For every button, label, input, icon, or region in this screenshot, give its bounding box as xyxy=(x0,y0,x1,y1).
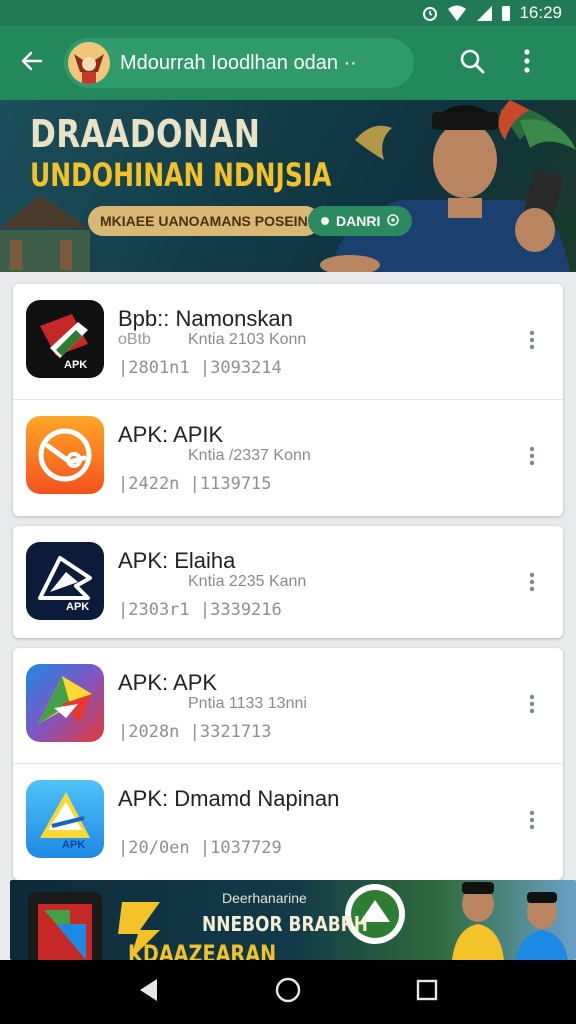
signal-icon xyxy=(475,4,493,22)
app-list-card: APK: APK Pntia 1133 13nni |2028n |332171… xyxy=(13,648,563,880)
hero-primary-button[interactable]: MKIAEE UANOAMANS POSEIN xyxy=(88,206,320,236)
app-subtitle: Pntia 1133 13nni xyxy=(188,695,307,712)
app-name: APK: APK xyxy=(118,670,218,695)
app-subtitle: Kntia 2103 Konn xyxy=(188,331,307,348)
avatar xyxy=(68,42,110,84)
triangle-back-icon xyxy=(137,977,161,1008)
system-nav-bar xyxy=(0,960,576,1024)
svg-text:APK: APK xyxy=(62,839,85,851)
wifi-icon xyxy=(447,4,467,22)
hero-headline: DRAADONAN xyxy=(30,112,261,156)
square-recents-icon xyxy=(415,978,439,1007)
more-vert-icon xyxy=(529,330,535,355)
more-vert-icon xyxy=(529,446,535,471)
search-icon xyxy=(458,47,486,80)
svg-text:APK: APK xyxy=(64,359,87,371)
app-meta: |2303r1 |3339216 xyxy=(118,600,282,620)
list-item[interactable]: APK: APIK Kntia /2337 Konn |2422n |11397… xyxy=(13,400,563,516)
app-icon: APK xyxy=(26,780,104,858)
list-item[interactable]: APK: APK Pntia 1133 13nni |2028n |332171… xyxy=(13,648,563,764)
banner-line2: NNEBOR BRABRH xyxy=(202,912,368,936)
link-icon xyxy=(386,213,400,230)
item-more-button[interactable] xyxy=(517,440,547,476)
app-list-card: APK APK: Elaiha Kntia 2235 Kann |2303r1 … xyxy=(13,526,563,638)
app-subtitle: Kntia /2337 Konn xyxy=(188,447,311,464)
app-icon: APK xyxy=(26,542,104,620)
status-time: 16:29 xyxy=(519,3,562,22)
more-vert-icon xyxy=(529,572,535,597)
hero-banner[interactable]: DRAADONAN UNDOHINAN NDNJSIA MKIAEE UANOA… xyxy=(0,100,576,272)
record-icon xyxy=(320,213,330,229)
more-vert-icon xyxy=(529,810,535,835)
more-vert-icon xyxy=(529,694,535,719)
app-name: Bpb:: Namonskan xyxy=(118,306,293,331)
search-button[interactable] xyxy=(442,26,502,100)
item-more-button[interactable] xyxy=(517,324,547,360)
hero-secondary-label: DANRI xyxy=(336,213,381,229)
back-button[interactable] xyxy=(0,26,64,100)
app-meta: |2028n |3321713 xyxy=(118,722,272,742)
app-meta: |2422n |1139715 xyxy=(118,474,272,494)
nav-back-button[interactable] xyxy=(119,962,179,1022)
nav-recents-button[interactable] xyxy=(397,962,457,1022)
alarm-icon xyxy=(421,4,439,22)
bottom-ad-banner[interactable]: Deerhanarine NNEBOR BRABRH KDAAZEARAN xyxy=(10,880,576,960)
list-item[interactable]: APK APK: Elaiha Kntia 2235 Kann |2303r1 … xyxy=(13,526,563,638)
item-more-button[interactable] xyxy=(517,566,547,602)
list-item[interactable]: APK Bpb:: Namonskan oBtb Kntia 2103 Konn… xyxy=(13,284,563,400)
app-name: APK: Dmamd Napinan xyxy=(118,786,340,811)
app-name: APK: Elaiha xyxy=(118,548,236,573)
arrow-back-icon xyxy=(19,48,45,79)
nav-home-button[interactable] xyxy=(258,962,318,1022)
overflow-menu-button[interactable] xyxy=(502,26,552,100)
battery-icon xyxy=(501,4,511,22)
app-tag: oBtb xyxy=(118,331,151,348)
app-icon xyxy=(26,416,104,494)
item-more-button[interactable] xyxy=(517,688,547,724)
svg-text:APK: APK xyxy=(66,601,89,613)
hero-subheadline: UNDOHINAN NDNJSIA xyxy=(30,156,332,194)
chat-title-pill[interactable]: Mdourrah Ioodlhan odan ·· xyxy=(64,38,414,88)
app-icon xyxy=(26,664,104,742)
circle-home-icon xyxy=(274,976,302,1009)
status-bar: 16:29 xyxy=(0,0,576,26)
app-meta: |20/0en |1037729 xyxy=(118,838,282,858)
list-item[interactable]: APK APK: Dmamd Napinan |20/0en |1037729 xyxy=(13,764,563,880)
app-subtitle: Kntia 2235 Kann xyxy=(188,573,307,590)
hero-secondary-button[interactable]: DANRI xyxy=(308,206,413,236)
banner-line3: KDAAZEARAN xyxy=(128,940,277,960)
chat-title: Mdourrah Ioodlhan odan ·· xyxy=(120,51,357,74)
app-name: APK: APIK xyxy=(118,422,224,447)
app-icon: APK xyxy=(26,300,104,378)
item-more-button[interactable] xyxy=(517,804,547,840)
banner-line1: Deerhanarine xyxy=(222,890,307,906)
app-meta: |2801n1 |3093214 xyxy=(118,358,282,378)
app-bar: Mdourrah Ioodlhan odan ·· xyxy=(0,26,576,100)
more-vert-icon xyxy=(523,48,531,79)
app-list-card: APK Bpb:: Namonskan oBtb Kntia 2103 Konn… xyxy=(13,284,563,516)
